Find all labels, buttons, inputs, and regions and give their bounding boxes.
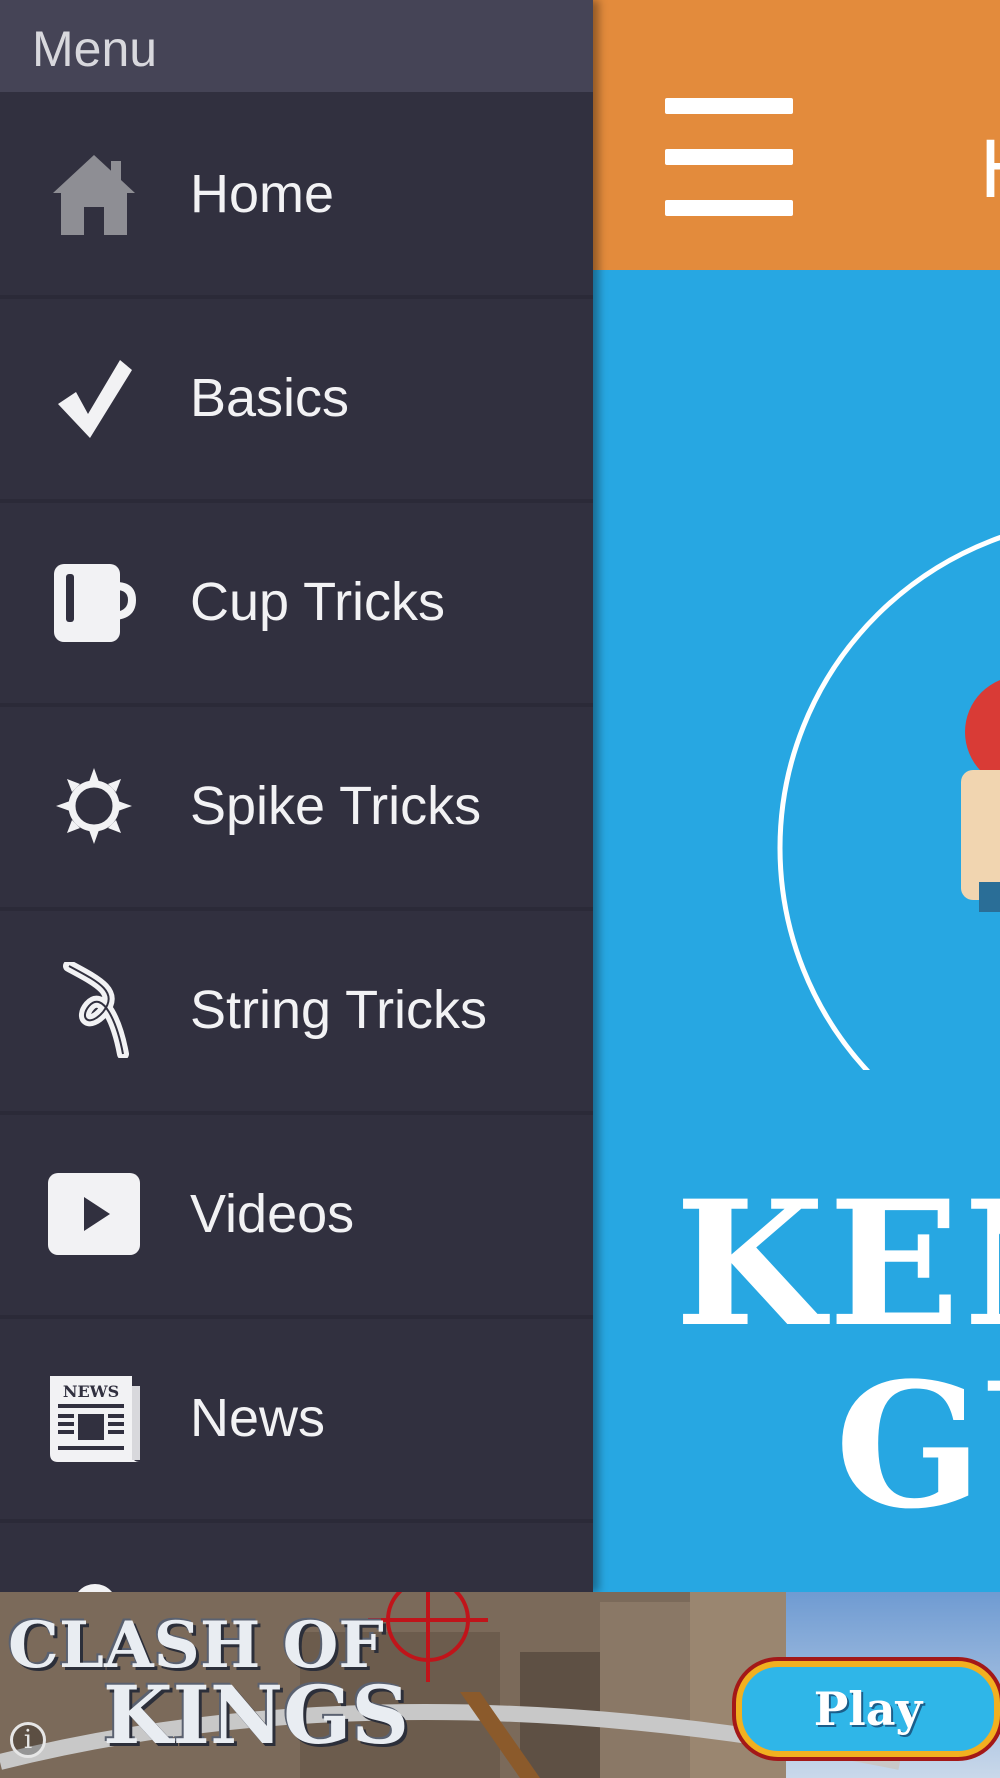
drawer-header: Menu: [0, 0, 593, 92]
play-icon: [42, 1162, 146, 1266]
spike-icon: [42, 754, 146, 858]
menu-item-home[interactable]: Home: [0, 92, 593, 299]
svg-text:NEWS: NEWS: [63, 1382, 119, 1401]
menu-item-cup-tricks[interactable]: Cup Tricks: [0, 500, 593, 707]
menu-label: Basics: [190, 367, 350, 428]
cloud-icon: [42, 1560, 146, 1592]
checkmark-icon: [42, 346, 146, 450]
main-content: H KEN GU: [593, 0, 1000, 1592]
drawer-title: Menu: [32, 21, 158, 77]
menu-label: Home: [190, 163, 335, 224]
brand-title-line2: GU: [835, 1344, 1000, 1547]
menu-item-spike-tricks[interactable]: Spike Tricks: [0, 704, 593, 911]
brand-title-line1: KEN: [675, 1162, 1000, 1365]
ad-info-icon[interactable]: i: [10, 1722, 46, 1758]
app-header: H: [593, 0, 1000, 270]
header-title: H: [979, 132, 1000, 210]
knot-icon: [42, 958, 146, 1062]
menu-item-string-tricks[interactable]: String Tricks: [0, 908, 593, 1115]
side-drawer: Menu Home Basics Cup Tricks Spike Tricks…: [0, 0, 593, 1592]
menu-label: Videos: [190, 1183, 355, 1244]
menu-item-basics[interactable]: Basics: [0, 296, 593, 503]
menu-item-partial[interactable]: [0, 1520, 593, 1592]
kendama-logo-icon: [777, 535, 1000, 1070]
menu-item-videos[interactable]: Videos: [0, 1112, 593, 1319]
hamburger-menu-icon[interactable]: [665, 98, 793, 216]
ad-play-button[interactable]: Play: [736, 1661, 1000, 1757]
cup-icon: [42, 550, 146, 654]
menu-label: News: [190, 1387, 326, 1448]
menu-label: String Tricks: [190, 979, 488, 1040]
menu-label: Spike Tricks: [190, 775, 482, 836]
ad-game-logo: CLASH OF KINGS: [8, 1608, 410, 1762]
home-icon: [42, 142, 146, 246]
newspaper-icon: NEWS: [42, 1366, 146, 1470]
menu-label: Cup Tricks: [190, 571, 446, 632]
menu-item-news[interactable]: NEWS News: [0, 1316, 593, 1523]
